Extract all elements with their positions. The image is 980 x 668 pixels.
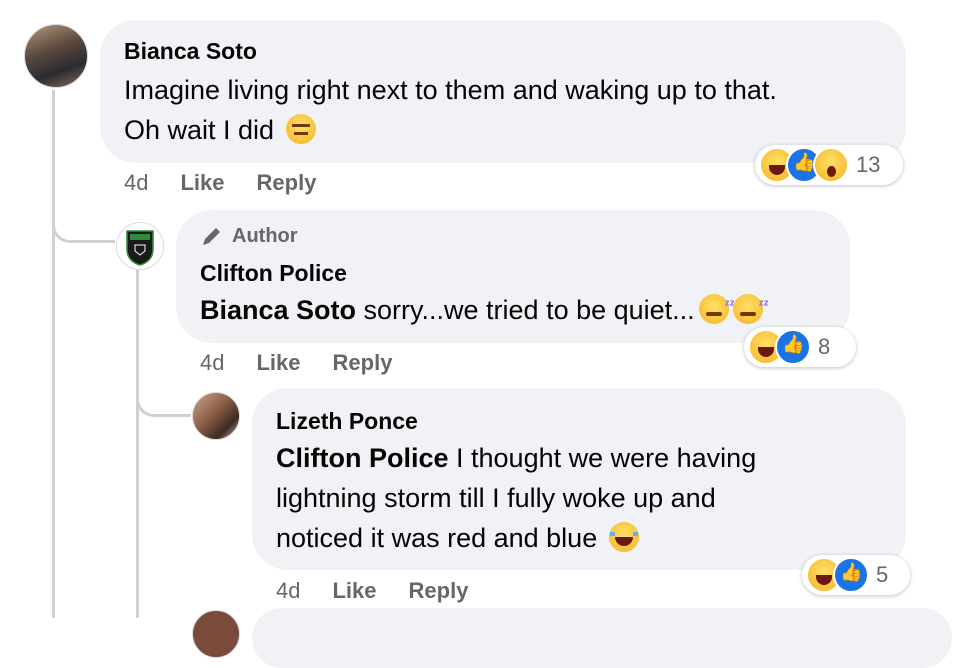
reaction-summary[interactable]: 5: [802, 555, 910, 595]
mention-link[interactable]: Bianca Soto: [200, 295, 356, 325]
thread-elbow-2: [136, 370, 191, 417]
comment-bubble-next: [252, 608, 952, 668]
avatar-lizeth-ponce[interactable]: [192, 392, 240, 440]
reaction-count: 13: [856, 152, 881, 177]
comment-author[interactable]: Bianca Soto: [124, 38, 257, 65]
author-badge-label: Author: [232, 224, 298, 247]
comment-text: Oh wait I did: [124, 115, 275, 145]
reply-button[interactable]: Reply: [257, 170, 317, 196]
comment-actions: 4d Like Reply: [124, 170, 316, 196]
comment-timestamp[interactable]: 4d: [200, 350, 224, 376]
reaction-count: 5: [876, 562, 889, 587]
expressionless-face-icon: [285, 114, 316, 144]
avatar-bianca-soto[interactable]: [24, 24, 88, 88]
comment-text-line: Clifton Police I thought we were having: [276, 438, 756, 478]
like-reaction-icon: [833, 557, 869, 593]
comment-text: noticed it was red and blue: [276, 523, 598, 553]
comment-text-line: Oh wait I did: [124, 110, 316, 150]
like-button[interactable]: Like: [256, 350, 300, 376]
reply-button[interactable]: Reply: [333, 350, 393, 376]
comment-text-line: Imagine living right next to them and wa…: [124, 70, 777, 110]
author-badge: Author: [200, 224, 298, 248]
reaction-summary[interactable]: 8: [744, 327, 856, 367]
avatar-next-comment[interactable]: [192, 610, 240, 658]
comment-text: I thought we were having: [448, 443, 757, 473]
like-reaction-icon: [775, 329, 811, 365]
pencil-icon: [203, 228, 220, 245]
thread-line-reply: [136, 270, 139, 618]
thread-elbow-1: [52, 190, 115, 243]
comment-text: sorry...we tried to be quiet...: [356, 295, 695, 325]
comment-actions: 4d Like Reply: [276, 578, 468, 604]
comment-text-line: noticed it was red and blue: [276, 518, 639, 558]
comment-text: Imagine living right next to them and wa…: [124, 75, 777, 105]
sleeping-face-icon: [698, 284, 735, 324]
comment-timestamp[interactable]: 4d: [276, 578, 300, 604]
comment-text-line: Bianca Soto sorry...we tried to be quiet…: [200, 284, 769, 330]
reply-button[interactable]: Reply: [409, 578, 469, 604]
comment-text: lightning storm till I fully woke up and: [276, 483, 716, 513]
like-button[interactable]: Like: [332, 578, 376, 604]
comment-author[interactable]: Lizeth Ponce: [276, 408, 418, 435]
comment-text-line: lightning storm till I fully woke up and: [276, 478, 716, 518]
police-badge-icon: [126, 230, 154, 266]
comment-author[interactable]: Clifton Police: [200, 260, 347, 287]
reaction-count: 8: [818, 334, 831, 359]
like-button[interactable]: Like: [180, 170, 224, 196]
avatar-clifton-police[interactable]: [116, 222, 164, 270]
mention-link[interactable]: Clifton Police: [276, 443, 449, 473]
reaction-summary[interactable]: 13: [755, 145, 903, 185]
wow-reaction-icon: [813, 147, 849, 183]
tears-of-joy-icon: [608, 522, 639, 552]
thread-line-main: [52, 90, 55, 618]
comment-timestamp[interactable]: 4d: [124, 170, 148, 196]
sleeping-face-icon: [732, 284, 769, 324]
comment-actions: 4d Like Reply: [200, 350, 392, 376]
